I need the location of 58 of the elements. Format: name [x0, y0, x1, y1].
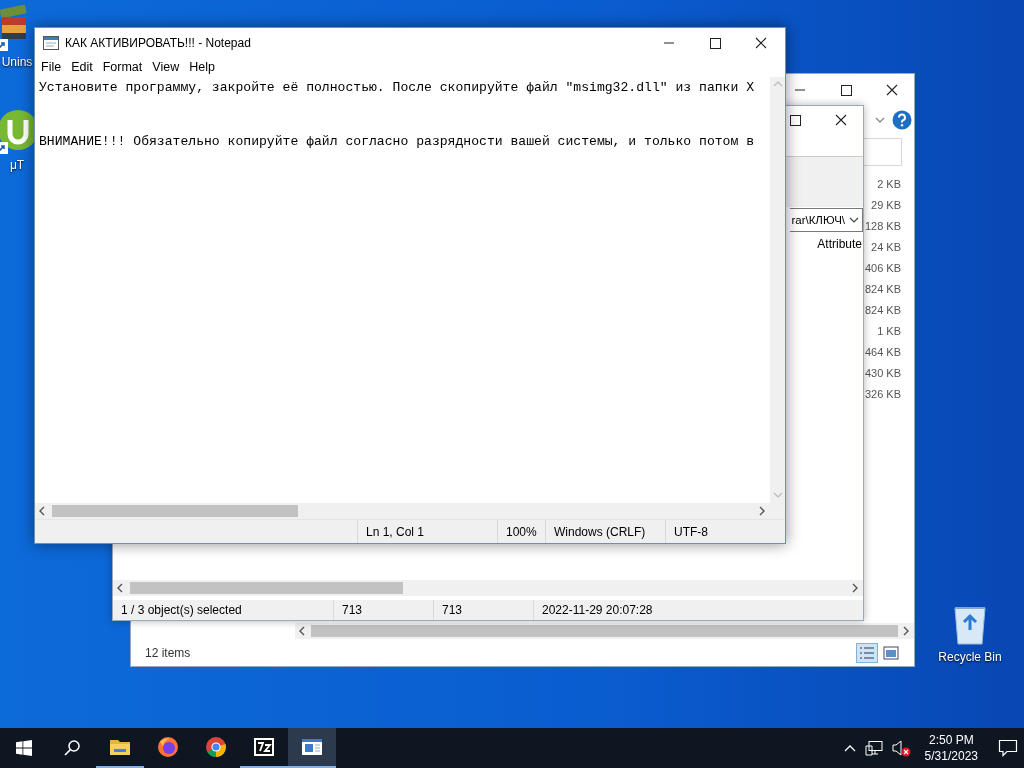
- speaker-muted-icon[interactable]: [890, 739, 911, 757]
- status-text: UTF-8: [665, 520, 785, 543]
- browser-globe-icon: [157, 736, 179, 758]
- path-field[interactable]: rar\КЛЮЧ\: [790, 208, 863, 232]
- clock-date[interactable]: 5/31/2023: [924, 748, 978, 764]
- file-size: 326 KB: [864, 387, 901, 402]
- scrollbar-thumb[interactable]: [130, 582, 403, 594]
- status-text: 1 / 3 object(s) selected: [120, 602, 243, 619]
- file-size: 1 KB: [877, 324, 901, 339]
- help-icon[interactable]: [892, 110, 912, 130]
- menu-item[interactable]: File: [36, 60, 67, 74]
- window-title: КАК АКТИВИРОВАТЬ!!! - Notepad: [65, 35, 251, 50]
- text-line: ВНИМАНИЕ!!! Обязательно копируйте файл согласно разрядности вашей системы, и только потом в: [39, 133, 756, 151]
- notepad-icon: [301, 736, 323, 758]
- menu-item[interactable]: Format: [97, 60, 148, 74]
- file-size: 430 KB: [864, 366, 901, 381]
- menu-item[interactable]: View: [147, 60, 185, 74]
- clock-time[interactable]: 2:50 PM: [928, 732, 974, 748]
- file-size: 128 KB: [864, 219, 901, 234]
- item-count: 12 items: [145, 646, 191, 660]
- column-header[interactable]: Attribute: [817, 237, 862, 251]
- status-text: 713: [433, 600, 533, 620]
- file-size: 2 KB: [877, 177, 901, 192]
- scrollbar-thumb[interactable]: [311, 625, 898, 637]
- details-view-icon[interactable]: [856, 643, 878, 663]
- icon-label[interactable]: Unins: [1, 55, 33, 69]
- menu-item[interactable]: Help: [184, 60, 220, 74]
- text-area[interactable]: Установите программу, закройте её полностью. После скопируйте файл "msimg32.dll" из папки X ВНИМАНИЕ!!! Обязательно копируйте файл согласно разрядности вашей системы, и только потом в: [35, 77, 770, 503]
- status-text: Ln 1, Col 1: [357, 520, 497, 543]
- file-size: 406 KB: [864, 261, 901, 276]
- status-text: Windows (CRLF): [545, 520, 665, 543]
- horizontal-scrollbar[interactable]: [295, 623, 914, 639]
- status-text: 2022-11-29 20:07:28: [533, 600, 863, 620]
- text-line: Установите программу, закройте её полностью. После скопируйте файл "msimg32.dll" из папки X: [39, 79, 756, 97]
- file-size: 824 KB: [864, 282, 901, 297]
- notepad-icon: [43, 35, 59, 50]
- horizontal-scrollbar[interactable]: [113, 580, 863, 596]
- horizontal-scrollbar[interactable]: [35, 503, 785, 519]
- search-icon: [64, 740, 80, 756]
- file-size: 464 KB: [864, 345, 901, 360]
- icon-label[interactable]: Recycle Bin: [938, 650, 1002, 664]
- network-icon[interactable]: [864, 740, 883, 756]
- chevron-down-icon[interactable]: [849, 215, 859, 225]
- file-size: 24 KB: [871, 240, 901, 255]
- status-text: 713: [333, 600, 433, 620]
- scrollbar-thumb[interactable]: [52, 505, 298, 517]
- path-text: rar\КЛЮЧ\: [791, 214, 845, 226]
- windows-logo-icon: [16, 740, 32, 756]
- archive-app-icon: [253, 736, 275, 758]
- browser-circle-icon: [205, 736, 227, 758]
- file-size: 824 KB: [864, 303, 901, 318]
- taskbar-app[interactable]: [288, 728, 336, 768]
- status-text: 100%: [497, 520, 545, 543]
- file-size: 29 KB: [871, 198, 901, 213]
- menu-item[interactable]: Edit: [66, 60, 98, 74]
- notification-icon[interactable]: [998, 739, 1018, 757]
- large-icons-view-icon[interactable]: [882, 644, 900, 662]
- icon-label[interactable]: μT: [9, 158, 25, 172]
